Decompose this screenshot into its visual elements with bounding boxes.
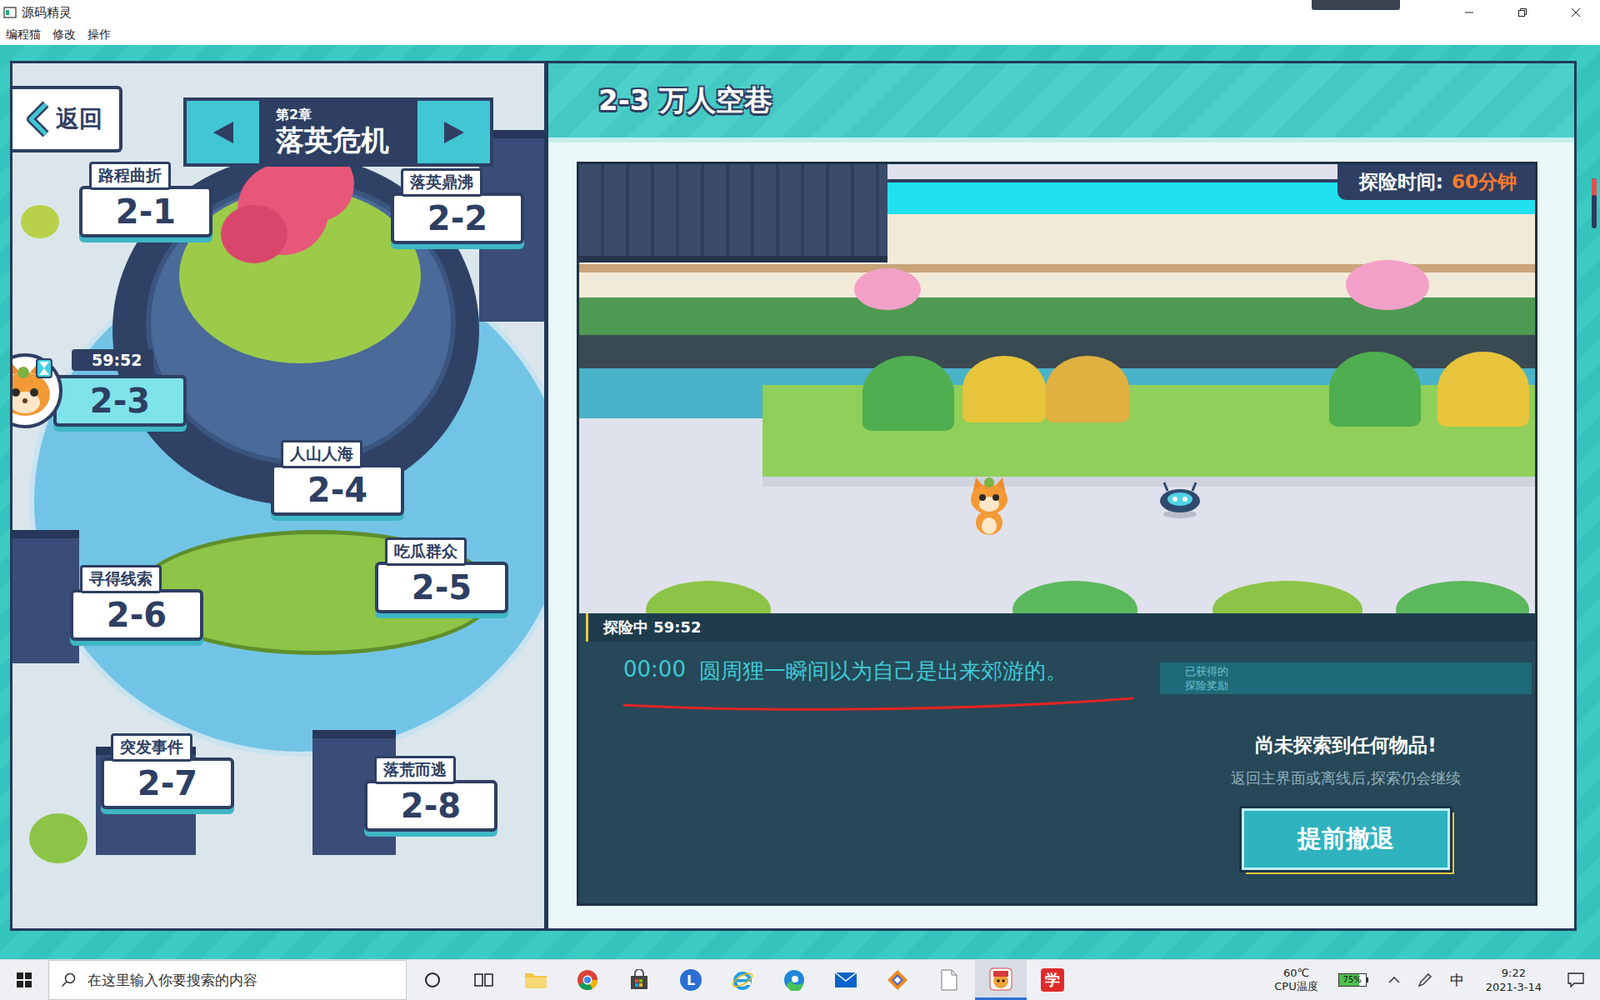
taskbar-app[interactable]: L	[665, 960, 717, 1000]
reward-label: 已获得的探险奖励	[1160, 662, 1532, 695]
window-title: 源码精灵	[21, 5, 72, 21]
chapter-map: 返回第2章落英危机路程曲折2-1落英鼎沸2-22-359:52人山人海2-4吃瓜…	[12, 63, 545, 929]
level-name: 寻得线索	[80, 565, 162, 594]
close-button[interactable]	[1551, 0, 1600, 25]
search-icon	[60, 972, 76, 988]
menu-item[interactable]: 操作	[87, 27, 111, 43]
level-timer: 59:52	[71, 349, 154, 371]
right-triangle-icon	[442, 120, 466, 145]
level-name: 人山人海	[280, 440, 363, 469]
scene-picture: 探险时间:60分钟	[579, 164, 1535, 614]
windows-icon	[16, 972, 32, 988]
empty-hint: 返回主界面或离线后,探索仍会继续	[1230, 768, 1461, 789]
menu-item[interactable]: 修改	[52, 27, 76, 43]
l-app-icon: L	[680, 969, 702, 991]
taskbar-app[interactable]	[768, 960, 820, 1000]
battery-indicator[interactable]: 75%	[1326, 973, 1380, 987]
study-app-icon: 学	[1040, 968, 1065, 992]
task-view-button[interactable]	[458, 960, 510, 1000]
floating-bar	[1311, 0, 1400, 10]
title-bar: 源码精灵	[0, 0, 1600, 25]
map-bush	[20, 205, 60, 239]
taskbar-app[interactable]	[716, 960, 769, 1000]
detail-header: 2-3 万人空巷	[548, 63, 1575, 143]
taskbar-app[interactable]	[510, 960, 562, 1000]
start-button[interactable]	[0, 960, 49, 1000]
level-name: 吃瓜群众	[385, 537, 467, 566]
back-button[interactable]: 返回	[12, 85, 123, 153]
exploration-panel: 探险时间:60分钟探险中 59:5200:00圆周狸一瞬间以为自己是出来郊游的。…	[576, 161, 1538, 906]
level-name: 落英鼎沸	[400, 168, 483, 197]
mail-icon	[834, 970, 858, 990]
close-icon	[1570, 7, 1581, 18]
internet-explorer-icon	[730, 969, 755, 991]
robot-character-icon	[1154, 479, 1206, 520]
chrome-icon	[576, 969, 599, 991]
taskbar: 在这里输入你要搜索的内容 L 学 60℃CPU温度75% 中9:222021-3-14	[0, 959, 1600, 1000]
pen-icon	[1416, 971, 1434, 989]
cortana-button[interactable]	[406, 960, 459, 1000]
next-chapter-button[interactable]	[414, 97, 494, 167]
game-area: 返回第2章落英危机路程曲折2-1落英鼎沸2-22-359:52人山人海2-4吃瓜…	[0, 45, 1600, 960]
log-entry: 00:00圆周狸一瞬间以为自己是出来郊游的。	[623, 656, 1160, 686]
fox-avatar-icon	[12, 352, 64, 430]
input-method[interactable]: 中	[1441, 960, 1473, 1000]
menu-bar: 编程猫修改操作	[0, 25, 1600, 45]
map-bush	[29, 813, 88, 864]
menu-item[interactable]: 编程猫	[5, 27, 41, 43]
restore-icon	[1517, 7, 1528, 18]
folder-icon	[524, 970, 548, 990]
exploration-time: 探险时间:60分钟	[1337, 164, 1535, 200]
clock[interactable]: 9:222021-3-14	[1472, 965, 1555, 995]
exploration-log: 00:00圆周狸一瞬间以为自己是出来郊游的。	[579, 641, 1160, 904]
status-bar: 探险中 59:52	[585, 613, 1535, 642]
prev-chapter-button[interactable]	[183, 97, 263, 167]
map-tree	[220, 205, 288, 264]
taskbar-app[interactable]	[613, 960, 665, 1000]
retreat-button[interactable]: 提前撤退	[1241, 808, 1450, 870]
level-name: 路程曲折	[89, 161, 171, 190]
back-arrow-icon	[24, 100, 53, 138]
cpu-temperature: 60℃CPU温度	[1265, 966, 1326, 994]
notification-icon	[1566, 971, 1585, 989]
app-icon	[3, 5, 17, 20]
taskbar-app[interactable]	[975, 960, 1027, 1000]
map-house	[12, 530, 80, 664]
red-underline-mark	[622, 693, 1140, 714]
taskbar-app[interactable]	[923, 960, 975, 1000]
search-box[interactable]: 在这里输入你要搜索的内容	[48, 960, 407, 1000]
minimize-icon	[1464, 7, 1475, 18]
caret-up-icon	[1388, 975, 1400, 985]
level-name: 落荒而逃	[374, 755, 456, 785]
store-icon	[628, 969, 650, 991]
left-triangle-icon	[211, 120, 235, 145]
taskbar-app[interactable]: 学	[1026, 960, 1079, 1000]
taskbar-app[interactable]	[871, 960, 924, 1000]
fox-character-icon	[964, 474, 1015, 538]
scroll-marker	[1591, 178, 1597, 229]
taskbar-app[interactable]	[820, 960, 872, 1000]
level-title: 2-3 万人空巷	[598, 81, 773, 120]
taskbar-app[interactable]	[561, 960, 614, 1000]
exploration-log-area: 00:00圆周狸一瞬间以为自己是出来郊游的。已获得的探险奖励尚未探索到任何物品!…	[579, 641, 1535, 904]
pen-button[interactable]	[1408, 960, 1442, 1000]
level-name: 突发事件	[110, 733, 193, 762]
restore-button[interactable]	[1498, 0, 1547, 25]
level-detail: 2-3 万人空巷探险时间:60分钟探险中 59:5200:00圆周狸一瞬间以为自…	[548, 63, 1575, 929]
show-hidden-icons[interactable]	[1380, 960, 1409, 1000]
empty-title: 尚未探索到任何物品!	[1255, 732, 1437, 759]
codemao-icon	[989, 967, 1013, 991]
minimize-button[interactable]	[1445, 0, 1494, 25]
desktop: 源码精灵编程猫修改操作返回第2章落英危机路程曲折2-1落英鼎沸2-22-359:…	[0, 0, 1600, 1000]
cortana-icon	[424, 971, 441, 989]
notification-button[interactable]	[1555, 960, 1600, 1000]
chapter-title: 第2章落英危机	[262, 97, 415, 167]
task-view-icon	[474, 971, 495, 989]
colorful-app-icon	[886, 969, 909, 991]
chapter-header: 第2章落英危机	[183, 97, 494, 167]
edge-icon	[783, 969, 805, 991]
file-icon	[940, 969, 959, 991]
